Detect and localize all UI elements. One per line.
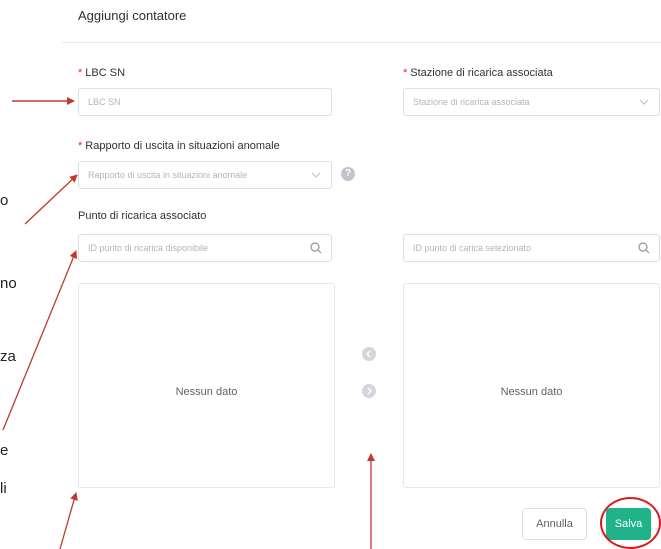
modal-title: Aggiungi contatore — [78, 8, 187, 23]
cancel-button[interactable]: Annulla — [522, 508, 587, 540]
required-asterisk: * — [403, 67, 408, 79]
selected-points-list[interactable]: Nessun dato — [403, 283, 660, 488]
available-point-search-placeholder: ID punto di ricarica disponibile — [88, 243, 209, 253]
station-placeholder: Stazione di ricarica associata — [413, 97, 530, 107]
station-label-text: Stazione di ricarica associata — [410, 67, 553, 79]
lbc-sn-label-text: LBC SN — [85, 67, 126, 79]
lbc-sn-placeholder: LBC SN — [88, 97, 121, 107]
side-text-fragment: e — [0, 442, 9, 459]
arrow-report — [24, 174, 78, 225]
side-text-fragment: za — [0, 348, 16, 365]
available-point-search[interactable]: ID punto di ricarica disponibile — [78, 234, 332, 262]
chevron-right-icon — [367, 387, 372, 395]
search-icon — [638, 242, 650, 254]
selected-point-search-placeholder: ID punto di carica selezionato — [413, 243, 532, 253]
save-button[interactable]: Salva — [606, 508, 651, 540]
required-asterisk: * — [78, 67, 83, 79]
empty-state-text: Nessun dato — [500, 386, 563, 398]
station-label: * Stazione di ricarica associata — [403, 67, 553, 79]
header-divider — [62, 42, 661, 43]
available-points-list[interactable]: Nessun dato — [78, 283, 335, 488]
help-icon[interactable]: ? — [341, 167, 355, 181]
selected-point-search[interactable]: ID punto di carica selezionato — [403, 234, 660, 262]
report-label-text: Rapporto di uscita in situazioni anomale — [85, 140, 280, 152]
side-text-fragment: o — [0, 192, 9, 209]
chevron-left-icon — [366, 350, 371, 358]
chevron-down-icon — [639, 99, 649, 105]
empty-state-text: Nessun dato — [175, 386, 238, 398]
report-placeholder: Rapporto di uscita in situazioni anomale — [88, 170, 248, 180]
lbc-sn-input[interactable]: LBC SN — [78, 88, 332, 116]
side-text-fragment: li — [0, 480, 7, 497]
report-select[interactable]: Rapporto di uscita in situazioni anomale — [78, 161, 332, 189]
chevron-down-icon — [311, 172, 321, 178]
search-icon — [310, 242, 322, 254]
move-right-button[interactable] — [362, 384, 376, 398]
lbc-sn-label: * LBC SN — [78, 67, 125, 79]
side-text-fragment: no — [0, 275, 17, 292]
station-select[interactable]: Stazione di ricarica associata — [403, 88, 660, 116]
arrow-available-list — [59, 492, 78, 549]
charging-point-label: Punto di ricarica associato — [78, 210, 207, 222]
report-label: * Rapporto di uscita in situazioni anomal… — [78, 140, 280, 152]
required-asterisk: * — [78, 140, 83, 152]
move-left-button[interactable] — [362, 347, 376, 361]
